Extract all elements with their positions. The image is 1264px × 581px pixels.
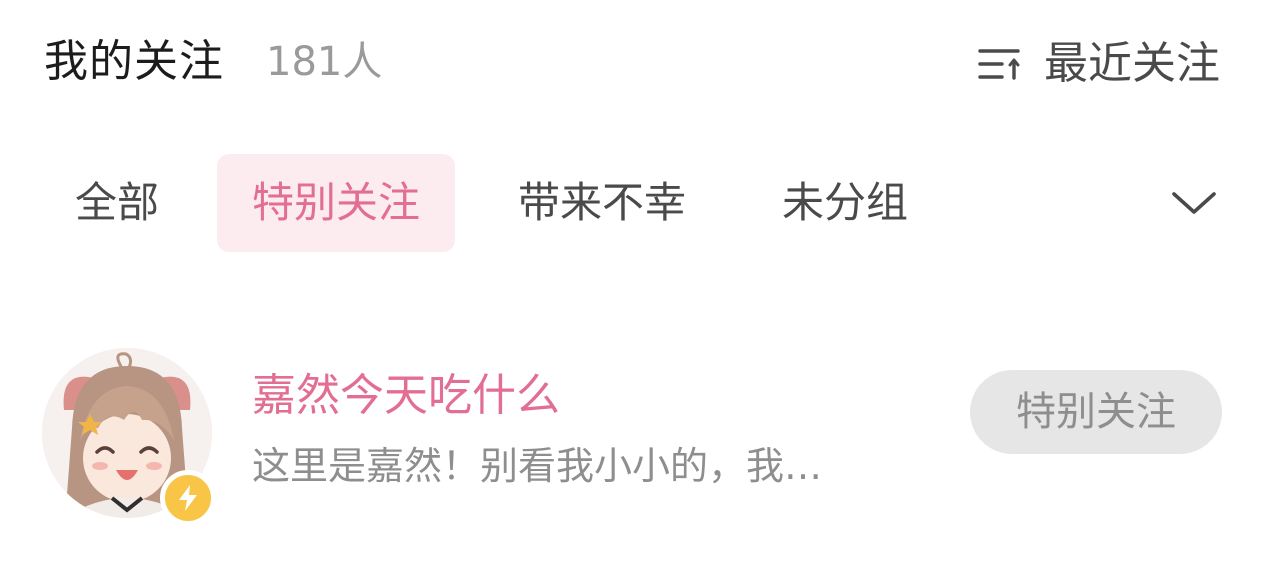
- follow-count: 181人: [266, 39, 383, 85]
- group-tabs: 全部 特别关注 带来不幸 未分组: [0, 154, 1264, 254]
- sort-lines-icon: [978, 49, 1020, 80]
- sort-button[interactable]: 最近关注: [978, 34, 1220, 94]
- chevron-down-icon[interactable]: [1168, 184, 1220, 224]
- lightning-icon: [160, 470, 216, 526]
- page-title: 我的关注: [44, 36, 224, 87]
- tab-ungrouped[interactable]: 未分组: [750, 154, 940, 252]
- sort-label: 最近关注: [1044, 38, 1220, 89]
- avatar-container[interactable]: [42, 348, 216, 526]
- user-description: 这里是嘉然！别看我小小的，我…: [252, 444, 823, 488]
- user-row[interactable]: 嘉然今天吃什么 这里是嘉然！别看我小小的，我… 特别关注: [0, 340, 1264, 530]
- tab-special-follow[interactable]: 特别关注: [217, 154, 455, 252]
- tab-all[interactable]: 全部: [44, 154, 190, 252]
- page-header: 我的关注 181人 最近关注: [0, 0, 1264, 124]
- user-name[interactable]: 嘉然今天吃什么: [252, 368, 560, 424]
- tab-bring-misfortune[interactable]: 带来不幸: [486, 154, 718, 252]
- special-follow-button[interactable]: 特别关注: [970, 370, 1222, 454]
